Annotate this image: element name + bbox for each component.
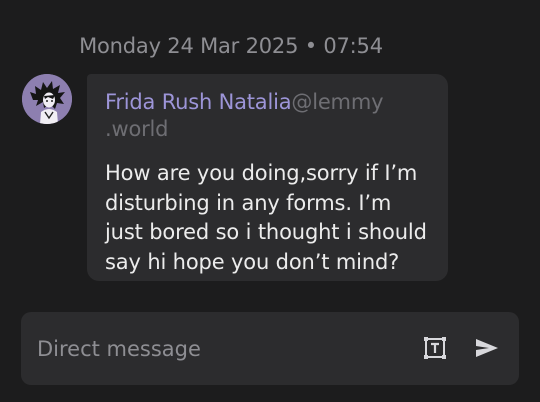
send-button[interactable] — [473, 334, 501, 362]
avatar-illustration-icon — [22, 74, 72, 124]
sender-instance-suffix: .world — [105, 117, 169, 141]
message-composer — [21, 312, 519, 385]
message-bubble[interactable]: Frida Rush Natalia@lemmy .world How are y… — [87, 74, 448, 281]
text-format-button[interactable] — [421, 334, 449, 362]
direct-message-screen: Monday 24 Mar 2025 • 07:54 Frida Rush Na… — [0, 0, 540, 402]
message-body: How are you doing,sorry if I’m disturbin… — [105, 161, 427, 274]
sender-avatar[interactable] — [22, 74, 72, 124]
direct-message-input[interactable] — [37, 312, 407, 385]
sender-line: Frida Rush Natalia@lemmy .world — [105, 89, 405, 143]
send-icon — [476, 339, 498, 357]
sender-name[interactable]: Frida Rush Natalia — [105, 90, 292, 114]
text-format-icon — [424, 337, 446, 359]
sender-instance: @lemmy — [291, 90, 384, 114]
message-timestamp: Monday 24 Mar 2025 • 07:54 — [79, 34, 383, 58]
